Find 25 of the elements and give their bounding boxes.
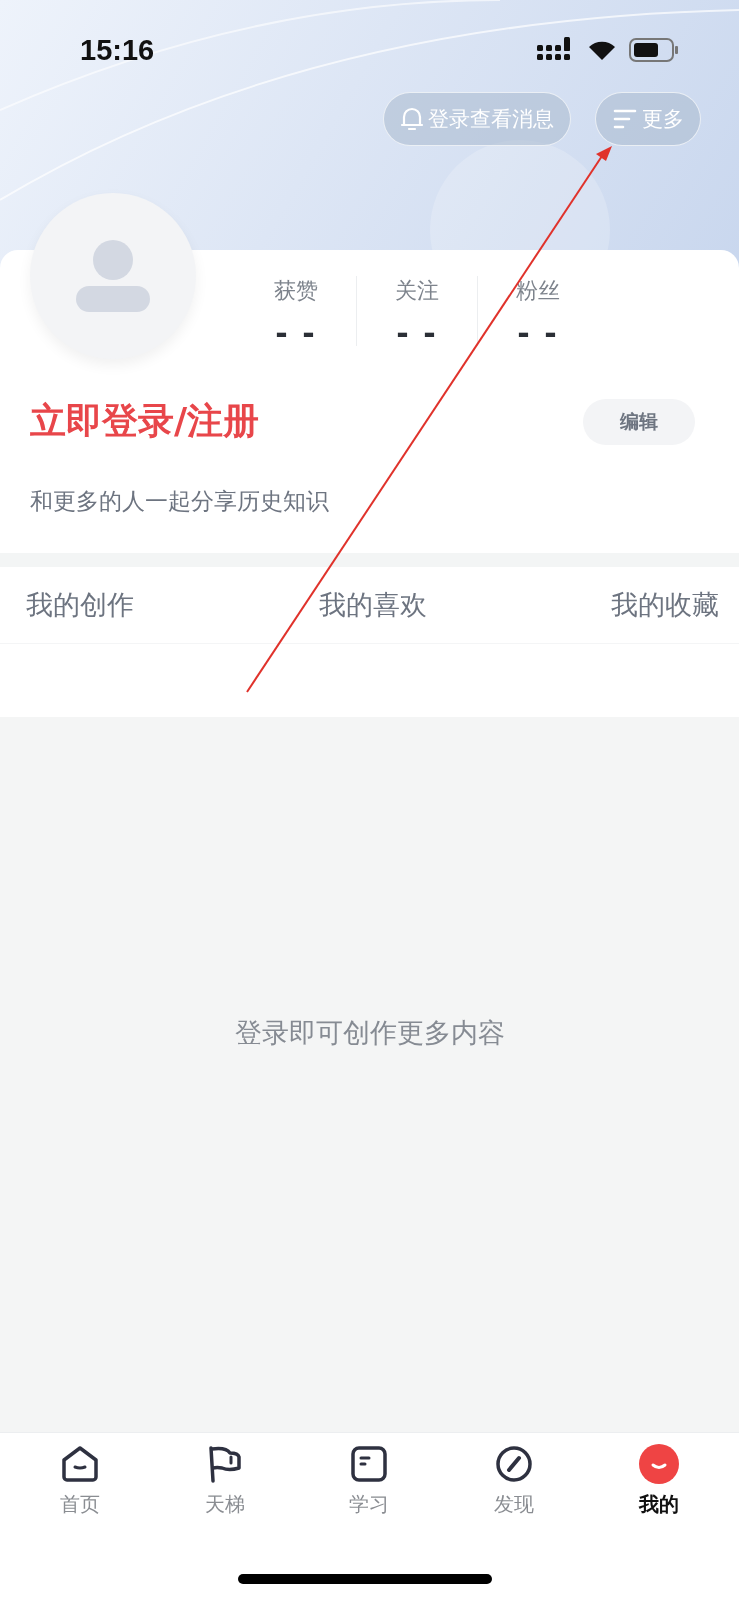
nav-tab[interactable]: 天梯 <box>179 1443 270 1518</box>
user-icon <box>76 240 150 312</box>
stat-label: 粉丝 <box>516 277 560 305</box>
stat-label: 获赞 <box>274 277 318 305</box>
stat-label: 关注 <box>395 277 439 305</box>
status-time: 15:16 <box>80 33 155 67</box>
login-link[interactable]: 立即登录/注册 <box>30 397 260 446</box>
empty-message: 登录即可创作更多内容 <box>234 1016 505 1050</box>
edit-button[interactable]: 编辑 <box>583 398 695 445</box>
nav-tab[interactable]: 首页 <box>35 1443 126 1518</box>
content-tab[interactable]: 我的创作 <box>26 587 134 623</box>
wifi-icon <box>587 39 617 61</box>
nav-tab[interactable]: 学习 <box>324 1443 415 1518</box>
stat-value: - - <box>517 316 559 351</box>
content-tab[interactable]: 我的喜欢 <box>318 587 427 623</box>
profile-subtitle: 和更多的人一起分享历史知识 <box>29 487 330 516</box>
stat-value: - - <box>396 316 438 351</box>
face-icon <box>637 1443 680 1485</box>
nav-tab[interactable]: 发现 <box>469 1443 560 1518</box>
battery-icon <box>629 38 679 62</box>
bell-icon <box>400 106 424 132</box>
stat-value: - - <box>275 316 317 351</box>
content-tab[interactable]: 我的收藏 <box>611 587 719 623</box>
nav-tab[interactable]: 我的 <box>613 1443 704 1518</box>
menu-icon <box>612 107 638 131</box>
